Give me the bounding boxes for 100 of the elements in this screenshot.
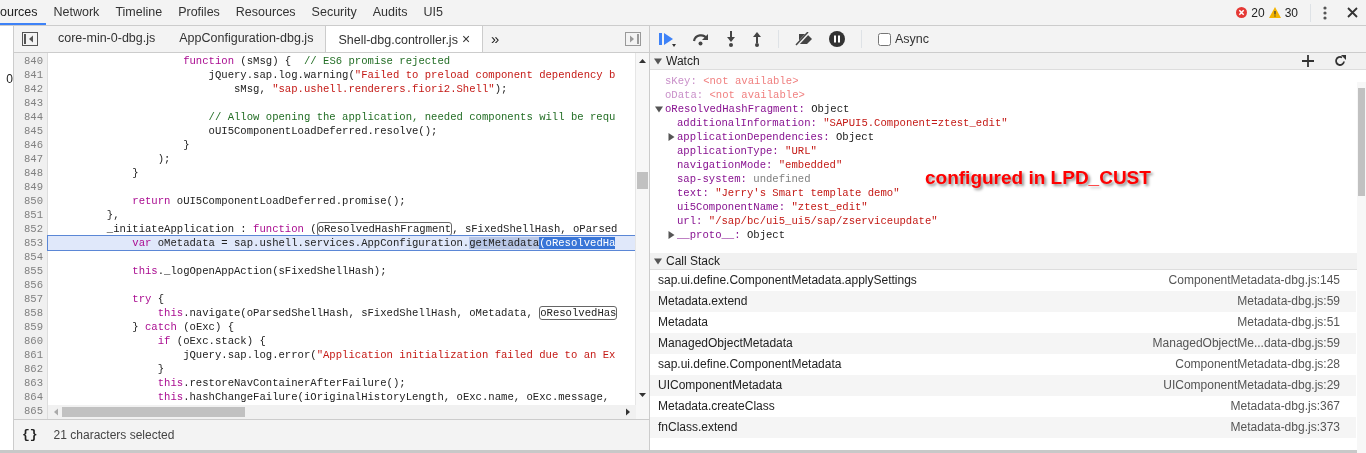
line-number: 846 [22,138,44,152]
scrollbar[interactable] [48,405,636,419]
file-tab[interactable]: Shell-dbg.controller.js × [325,25,484,52]
line-number: 856 [22,278,44,292]
code-line: this.restoreNavContainerAfterFailure(); [156,376,407,390]
line-number: 845 [22,124,44,138]
panel-tab[interactable]: UI5 [415,0,451,25]
function-name: sap.ui.define.ComponentMetadata [658,356,842,373]
source-location[interactable]: Metadata-dbg.js:367 [1230,396,1340,417]
code-line: if (oExc.stack) { [156,334,267,348]
source-location[interactable]: Metadata-dbg.js:373 [1230,417,1340,438]
call-frame[interactable]: UIComponentMetadata UIComponentMetadata-dbg.js:29 [650,375,1356,396]
call-frame[interactable]: ManagedObjectMetadata ManagedObjectMe...data-dbg.js:59 [650,333,1356,354]
code-line: ); [156,152,172,166]
watch-entry: sKey: <not available> [665,74,799,88]
line-number: 858 [22,306,44,320]
status-text: 21 characters selected [53,427,175,444]
watch-entry: ui5ComponentName: "ztest_edit" [677,200,868,214]
collapse-arrow-icon[interactable] [654,257,662,265]
call-frame[interactable]: Metadata.createClass Metadata-dbg.js:367 [650,396,1356,417]
panel-tab[interactable]: Audits [364,0,416,25]
line-number: 842 [22,82,44,96]
source-location[interactable]: ManagedObjectMe...data-dbg.js:59 [1152,333,1340,354]
function-name: ManagedObjectMetadata [658,335,793,352]
source-location[interactable]: Metadata-dbg.js:51 [1237,312,1340,333]
expand-arrow-icon[interactable] [667,231,675,239]
close-icon[interactable] [1347,7,1358,18]
panel-tab[interactable]: Security [303,0,365,25]
watch-entry: navigationMode: "embedded" [677,158,843,172]
line-number: 849 [22,180,44,194]
function-name: Metadata.extend [658,293,748,310]
line-number: 841 [22,68,44,82]
step-over-icon[interactable] [692,32,710,46]
code-line: sMsg, "sap.ushell.renderers.fiori2.Shell"); [233,82,509,96]
section-title[interactable]: Call Stack [666,252,721,270]
line-number: 854 [22,250,44,264]
line-number: 847 [22,152,44,166]
source-location[interactable]: ComponentMetadata-dbg.js:28 [1175,354,1340,375]
watch-entry: url: "/sap/bc/ui5_ui5/sap/zserviceupdate" [677,214,938,228]
call-frame[interactable]: sap.ui.define.ComponentMetadata ComponentMetadata-dbg.js:28 [650,354,1356,375]
panel-tab[interactable]: Timeline [107,0,171,25]
expand-arrow-icon[interactable] [655,105,663,113]
section-title[interactable]: Watch [666,52,700,70]
add-icon[interactable] [1302,55,1314,67]
close-tab-button[interactable]: × [461,31,471,47]
line-number: 840 [22,54,44,68]
line-number: 848 [22,166,44,180]
call-frame[interactable]: fnClass.extend Metadata-dbg.js:373 [650,417,1356,438]
call-frame[interactable]: Metadata Metadata-dbg.js:51 [650,312,1356,333]
expand-arrow-icon[interactable] [667,133,675,141]
async-checkbox[interactable] [878,32,891,46]
navigator-text: 0 [5,72,13,86]
line-number: 843 [22,96,44,110]
collapse-arrow-icon[interactable] [654,57,662,65]
step-out-icon[interactable] [752,31,762,47]
code-line: return oUI5ComponentLoadDeferred.promise(); [131,194,407,208]
line-number: 851 [22,208,44,222]
error-count: 20 [1251,4,1265,22]
watch-entry: applicationType: "URL" [677,144,817,158]
line-number: 862 [22,362,44,376]
function-name: UIComponentMetadata [658,377,783,394]
call-frame[interactable]: sap.ui.define.ComponentMetadata.applySettings ComponentMetadata-dbg.js:145 [650,270,1356,291]
line-number: 864 [22,390,44,404]
panel-tab[interactable]: Profiles [170,0,228,25]
line-number: 844 [22,110,44,124]
line-number: 852 [22,222,44,236]
resume-icon[interactable] [658,31,676,47]
panel-tab[interactable]: Resources [227,0,304,25]
watch-entry: applicationDependencies: Object [677,130,875,144]
function-name: Metadata [658,314,709,331]
source-location[interactable]: ComponentMetadata-dbg.js:145 [1168,270,1340,291]
function-name: fnClass.extend [658,419,738,436]
code-line: } [182,138,191,152]
source-location[interactable]: UIComponentMetadata-dbg.js:29 [1163,375,1340,396]
pause-icon[interactable] [829,31,845,47]
code-line: this.navigate(oParsedShellHash, sFixedShellHash, oMetadata, oResolvedHas [156,306,619,320]
code-line: this._logOpenAppAction(sFixedShellHash); [131,264,388,278]
line-number: 855 [22,264,44,278]
watch-entry: oResolvedHashFragment: Object [665,102,850,116]
scrollbar[interactable] [1357,82,1366,453]
source-location[interactable]: Metadata-dbg.js:59 [1237,291,1340,312]
more-tabs-button[interactable]: » [491,27,500,51]
code-line: }, [105,208,121,222]
warning-icon [1268,7,1281,18]
line-number: 859 [22,320,44,334]
function-name: sap.ui.define.ComponentMetadata.applySettings [658,272,917,289]
call-frame[interactable]: Metadata.extend Metadata-dbg.js:59 [650,291,1356,312]
refresh-icon[interactable] [1334,55,1346,67]
file-tab[interactable]: core-min-0-dbg.js [46,25,168,52]
deactivate-breakpoints-icon[interactable] [795,32,813,46]
file-tab[interactable]: AppConfiguration-dbg.js [167,25,326,52]
code-line: } [156,362,166,376]
panel-tab[interactable]: Network [45,0,108,25]
sidebar-toggle-icon[interactable] [22,32,38,46]
panel-toggle-icon[interactable] [625,32,641,46]
pretty-print-button[interactable]: {} [22,425,38,445]
step-into-icon[interactable] [726,31,736,47]
more-options-icon[interactable] [1323,5,1327,20]
watch-entry: sap-system: undefined [677,172,811,186]
line-number: 853 [22,236,44,250]
